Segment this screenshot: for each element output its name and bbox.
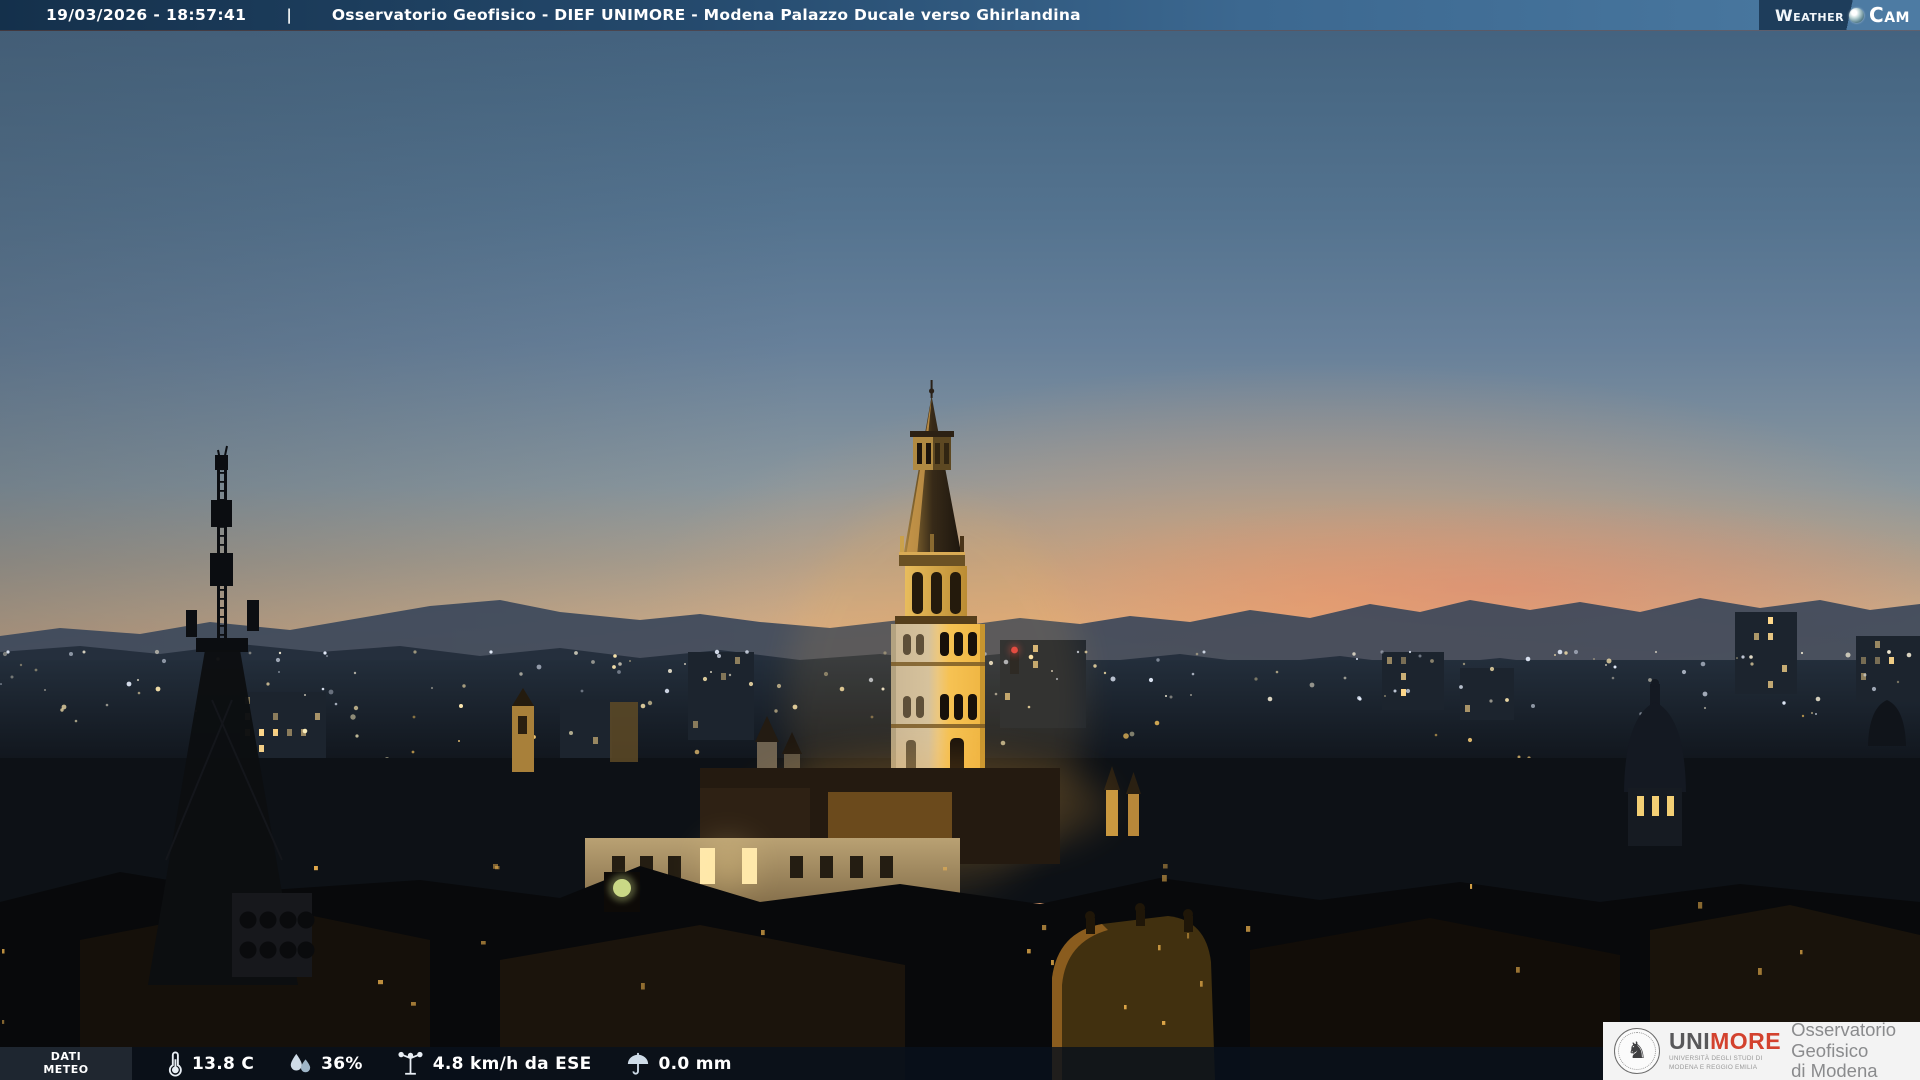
temperature-reading: 13.8 C: [166, 1050, 254, 1077]
humidity-value: 36%: [321, 1053, 363, 1074]
wind-value: 4.8 km/h da ESE: [432, 1053, 592, 1074]
university-subtitle-line1: UNIVERSITÀ DEGLI STUDI DI: [1669, 1055, 1763, 1063]
unimore-uni: UNI: [1669, 1028, 1711, 1055]
globe-icon: [1849, 7, 1865, 23]
webcam-header-bar: 19/03/2026 - 18:57:41 | Osservatorio Geo…: [0, 0, 1920, 31]
water-drops-icon: [288, 1052, 312, 1076]
timestamp: 19/03/2026 - 18:57:41: [46, 6, 247, 24]
university-subtitle-line2: MODENA E REGGIO EMILIA: [1669, 1063, 1758, 1071]
header-separator: |: [286, 6, 292, 24]
weather-cam-logo-text1: Weather: [1775, 5, 1845, 25]
city-scene: [0, 380, 1920, 1080]
anemometer-icon: [397, 1051, 424, 1076]
humidity-reading: 36%: [288, 1052, 363, 1076]
precipitation-value: 0.0 mm: [658, 1053, 732, 1074]
precipitation-reading: 0.0 mm: [626, 1052, 732, 1076]
seal-horse-icon: ♞: [1626, 1036, 1648, 1063]
weather-cam-logo-text2: Cam: [1869, 3, 1910, 27]
wind-reading: 4.8 km/h da ESE: [397, 1051, 592, 1076]
unimore-more: MORE: [1710, 1028, 1782, 1055]
observatory-name: Osservatorio Geofisico di Modena: [1791, 1018, 1896, 1080]
webcam-title: Osservatorio Geofisico - DIEF UNIMORE - …: [331, 6, 1081, 24]
weather-cam-logo: Weather Cam: [1759, 0, 1920, 30]
temperature-value: 13.8 C: [192, 1053, 255, 1074]
umbrella-icon: [626, 1052, 650, 1076]
unimore-wordmark: UNIMORE UNIVERSITÀ DEGLI STUDI DI MODENA…: [1669, 1030, 1781, 1072]
webcam-frame: 19/03/2026 - 18:57:41 | Osservatorio Geo…: [0, 0, 1920, 1080]
thermometer-icon: [166, 1050, 183, 1077]
unimore-seal: ♞: [1614, 1028, 1660, 1074]
unimore-branding: ♞ UNIMORE UNIVERSITÀ DEGLI STUDI DI MODE…: [1603, 1018, 1920, 1080]
dati-meteo-label: DATI METEO: [0, 1047, 132, 1080]
